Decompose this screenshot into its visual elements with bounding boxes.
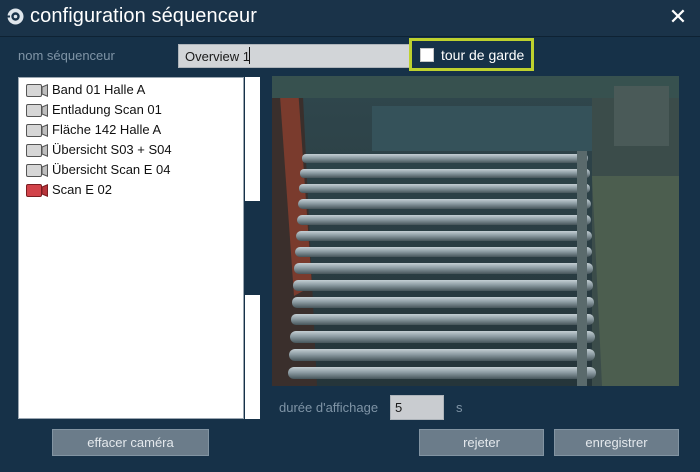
sequencer-name-label: nom séquenceur: [18, 48, 115, 63]
list-item[interactable]: Scan E 02: [25, 180, 240, 200]
camera-icon: [26, 164, 48, 177]
camera-icon: [26, 84, 48, 97]
camera-icon: [26, 144, 48, 157]
scrollbar-thumb-upper[interactable]: [245, 77, 260, 201]
camera-preview: [272, 76, 679, 386]
guard-tour-checkbox[interactable]: [420, 48, 434, 62]
camera-name: Entladung Scan 01: [52, 102, 162, 117]
clear-camera-button[interactable]: effacer caméra: [52, 429, 209, 456]
list-item[interactable]: Entladung Scan 01: [25, 100, 240, 120]
display-duration-input[interactable]: [390, 395, 444, 420]
camera-name: Band 01 Halle A: [52, 82, 146, 97]
display-duration-unit: s: [456, 400, 463, 415]
camera-list[interactable]: Band 01 Halle A Entladung Scan 01 Fläche…: [18, 77, 244, 419]
conveyor-feed-image: [272, 76, 679, 386]
camera-icon: [26, 104, 48, 117]
list-item[interactable]: Übersicht Scan E 04: [25, 160, 240, 180]
list-item[interactable]: Band 01 Halle A: [25, 80, 240, 100]
window-title: configuration séquenceur: [30, 5, 257, 27]
save-button[interactable]: enregistrer: [554, 429, 679, 456]
title-bar: configuration séquenceur ✕: [0, 0, 700, 36]
reject-button[interactable]: rejeter: [419, 429, 544, 456]
camera-name: Fläche 142 Halle A: [52, 122, 162, 137]
app-logo-icon: [7, 8, 24, 25]
close-button[interactable]: ✕: [663, 3, 693, 31]
camera-list-scrollbar[interactable]: [244, 77, 261, 419]
title-divider: [0, 36, 700, 37]
display-duration-label: durée d'affichage: [279, 400, 379, 415]
guard-tour-option[interactable]: tour de garde: [409, 38, 534, 71]
guard-tour-label[interactable]: tour de garde: [441, 47, 524, 63]
camera-alert-icon: [26, 184, 48, 197]
sequencer-name-input[interactable]: [178, 44, 410, 68]
camera-icon: [26, 124, 48, 137]
text-caret: [249, 47, 250, 64]
camera-name: Übersicht S03 + S04: [52, 142, 172, 157]
list-item[interactable]: Übersicht S03 + S04: [25, 140, 240, 160]
camera-name: Scan E 02: [52, 182, 112, 197]
list-item[interactable]: Fläche 142 Halle A: [25, 120, 240, 140]
camera-name: Übersicht Scan E 04: [52, 162, 171, 177]
scrollbar-thumb-lower[interactable]: [245, 295, 260, 419]
